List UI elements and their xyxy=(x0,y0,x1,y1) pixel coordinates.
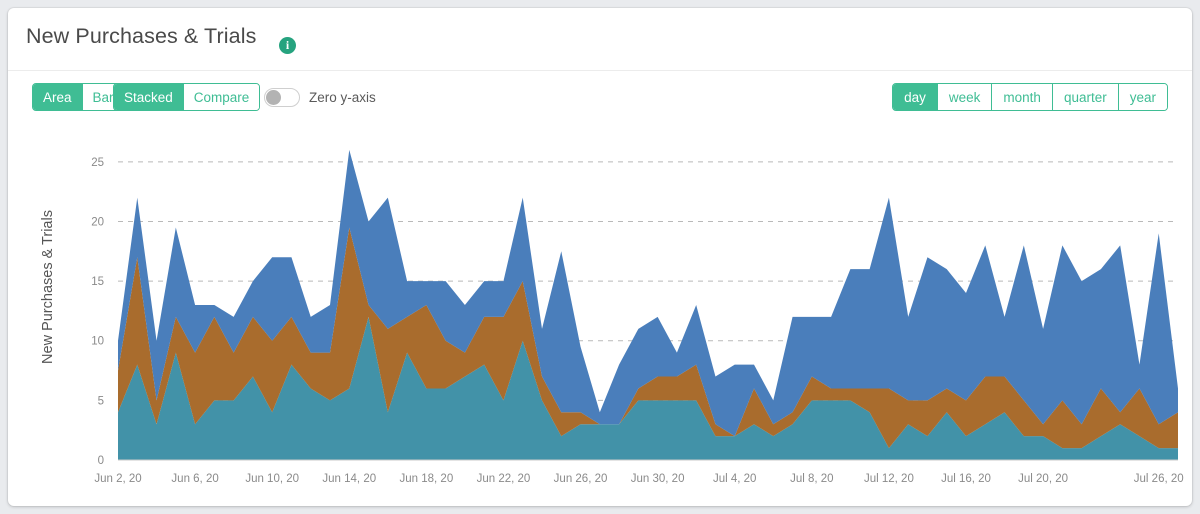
stack-mode-stacked-button[interactable]: Stacked xyxy=(114,84,184,110)
zero-y-axis-control: Zero y-axis xyxy=(264,83,376,111)
toggle-knob xyxy=(266,89,281,105)
y-axis-tick-label: 0 xyxy=(98,455,104,467)
granularity-day-button[interactable]: day xyxy=(893,84,938,110)
card-header: New Purchases & Trials i xyxy=(8,8,1192,71)
x-axis-tick-label: Jul 20, 20 xyxy=(1018,473,1068,485)
stack-mode-toggle-group: Stacked Compare xyxy=(113,83,261,111)
x-axis-tick-labels: Jun 2, 20 Jun 6, 20 Jun 10, 20 Jun 14, 20 Ju… xyxy=(94,473,1183,485)
y-axis-tick-label: 25 xyxy=(91,157,104,169)
x-axis-tick-label: Jun 26, 20 xyxy=(554,473,608,485)
y-axis-tick-label: 5 xyxy=(98,395,104,407)
granularity-quarter-button[interactable]: quarter xyxy=(1052,84,1119,110)
x-axis-tick-label: Jun 6, 20 xyxy=(171,473,218,485)
granularity-month-button[interactable]: month xyxy=(992,84,1053,110)
x-axis-tick-label: Jul 26, 20 xyxy=(1134,473,1184,485)
y-axis-tick-label: 20 xyxy=(91,216,104,228)
x-axis-tick-label: Jun 2, 20 xyxy=(94,473,141,485)
area-series-group xyxy=(118,149,1178,460)
chart-type-toggle-group: Area Bar xyxy=(32,83,125,111)
zero-y-axis-toggle[interactable] xyxy=(264,87,300,107)
y-axis-tick-labels: 0 5 10 15 20 25 xyxy=(91,157,104,467)
x-axis-tick-label: Jul 16, 20 xyxy=(941,473,991,485)
x-axis-tick-label: Jul 12, 20 xyxy=(864,473,914,485)
x-axis-tick-label: Jun 10, 20 xyxy=(245,473,299,485)
granularity-toggle-group: day week month quarter year xyxy=(892,83,1168,111)
x-axis-tick-label: Jul 8, 20 xyxy=(790,473,833,485)
chart-type-area-button[interactable]: Area xyxy=(33,84,83,110)
x-axis-tick-label: Jun 22, 20 xyxy=(477,473,531,485)
chart-area: New Purchases & Trials 0 5 10 15 20 25 Jun 2,… xyxy=(8,124,1192,506)
granularity-week-button[interactable]: week xyxy=(937,84,993,110)
page-title: New Purchases & Trials xyxy=(26,24,257,48)
stacked-area-chart[interactable]: 0510152025 Jun 2, 20 Jun 6, 20 Jun 10, 20 J… xyxy=(8,124,1192,506)
info-icon[interactable]: i xyxy=(279,37,296,54)
zero-y-axis-label: Zero y-axis xyxy=(309,89,376,105)
y-axis-tick-label: 10 xyxy=(91,336,104,348)
chart-toolbar: Area Bar Stacked Compare Zero y-axis day… xyxy=(8,71,1192,124)
stack-mode-compare-button[interactable]: Compare xyxy=(183,84,260,110)
granularity-year-button[interactable]: year xyxy=(1118,84,1167,110)
x-axis-tick-label: Jun 30, 20 xyxy=(631,473,685,485)
x-axis-tick-label: Jun 14, 20 xyxy=(322,473,376,485)
x-axis-tick-label: Jun 18, 20 xyxy=(400,473,454,485)
chart-card: New Purchases & Trials i Area Bar Stacke… xyxy=(8,8,1192,506)
y-axis-tick-label: 15 xyxy=(91,276,104,288)
x-axis-tick-label: Jul 4, 20 xyxy=(713,473,756,485)
